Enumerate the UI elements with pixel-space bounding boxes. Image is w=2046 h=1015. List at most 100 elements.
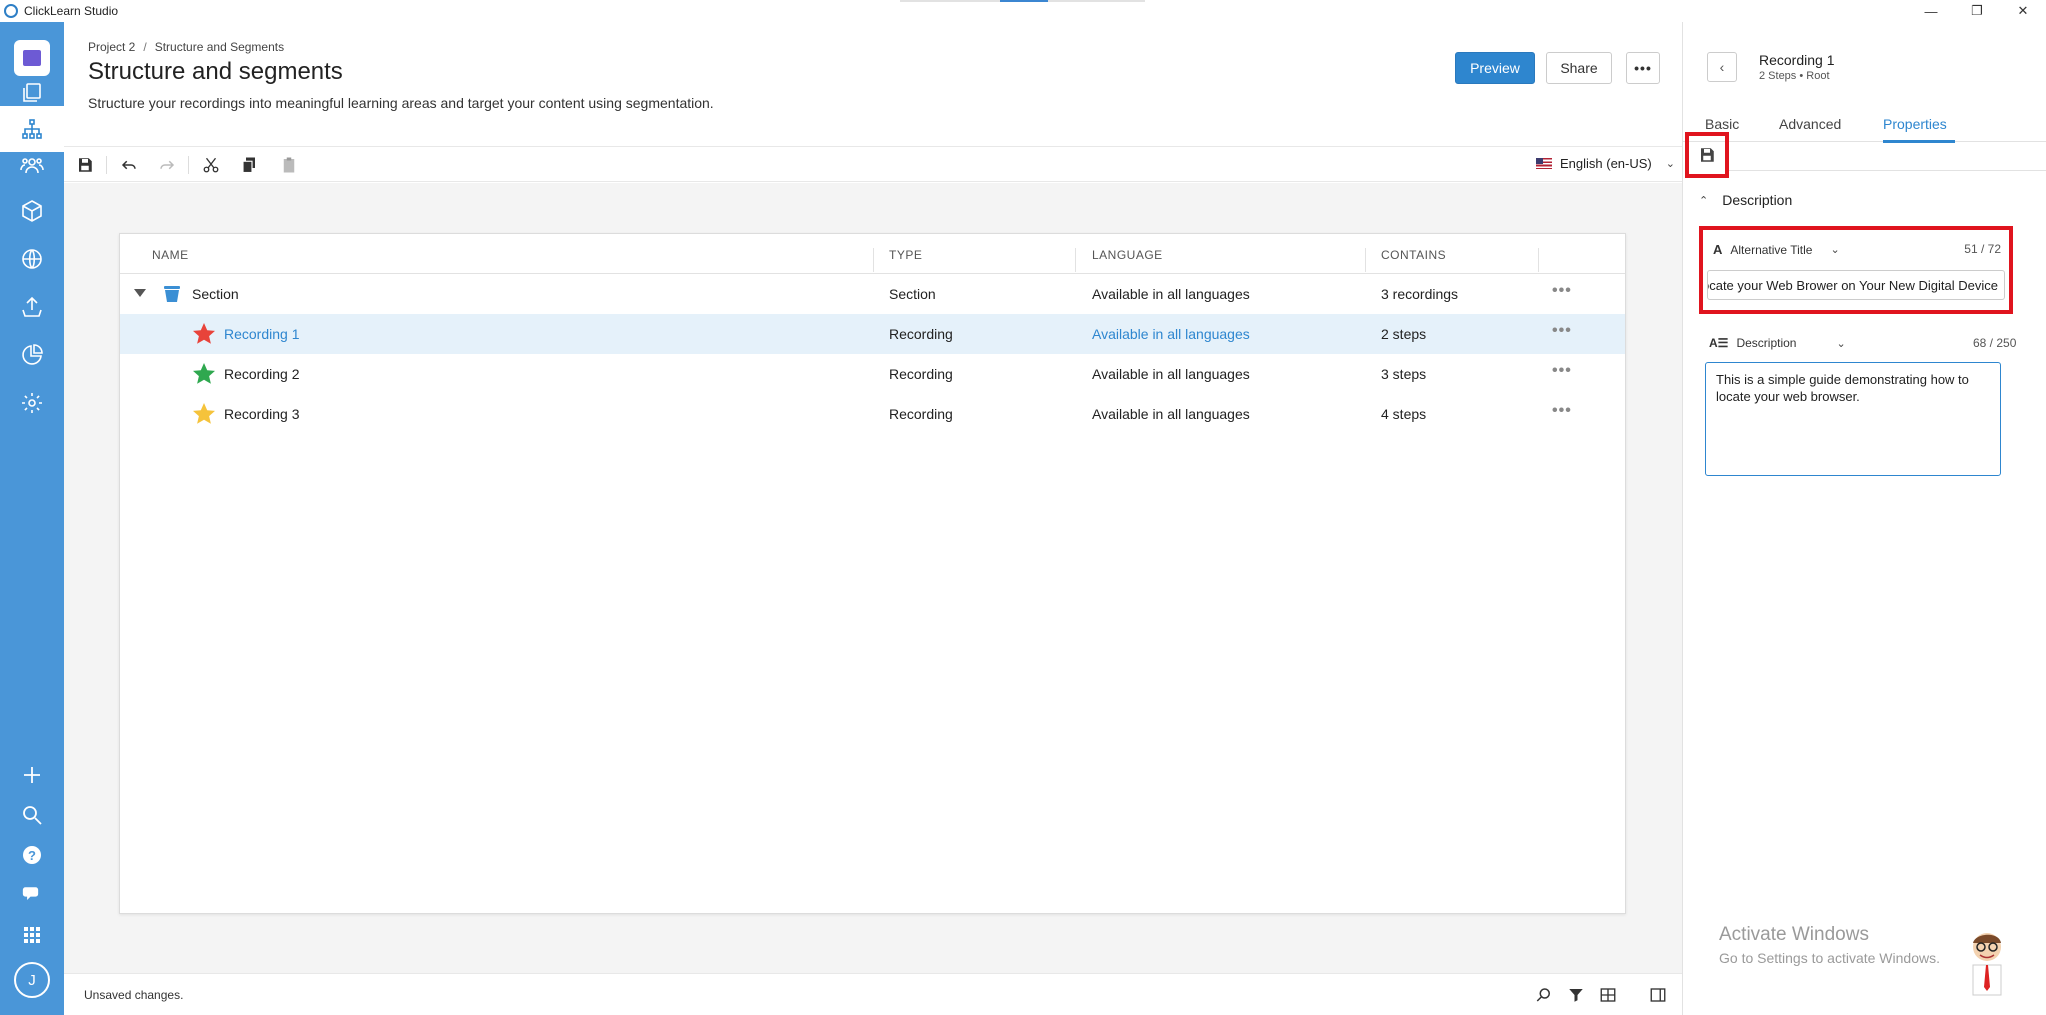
share-button[interactable]: Share [1546,52,1612,84]
status-text: Unsaved changes. [84,988,184,1002]
tab-advanced[interactable]: Advanced [1779,116,1841,132]
title-bar: ClickLearn Studio — ❐ ✕ [0,0,2046,22]
row-name: Recording 1 [224,326,300,342]
close-button[interactable]: ✕ [2000,0,2046,22]
field-label-text: Alternative Title [1730,242,1813,257]
us-flag-icon [1536,158,1552,169]
row-contains: 3 recordings [1381,286,1459,302]
find-button[interactable] [1534,985,1554,1005]
undo-button[interactable] [118,154,140,176]
back-button[interactable]: ‹ [1707,52,1737,82]
column-divider[interactable] [1075,248,1076,272]
description-textarea[interactable]: This is a simple guide demonstrating how… [1705,362,2001,476]
toolbar-divider [188,156,189,174]
app-window: ClickLearn Studio — ❐ ✕ ? J Project 2 / … [0,0,2046,1015]
nav-settings[interactable] [0,380,64,426]
apps-button[interactable] [0,912,64,958]
star-icon [193,323,215,344]
column-header-type[interactable]: TYPE [889,248,922,262]
table-row-recording-1[interactable]: Recording 1 Recording Available in all l… [120,314,1625,354]
breadcrumb-project[interactable]: Project 2 [88,40,135,54]
structure-icon [22,119,42,139]
star-icon [193,363,215,384]
analytics-icon [22,344,43,365]
paste-button[interactable] [278,154,300,176]
column-divider[interactable] [1365,248,1366,272]
column-header-contains[interactable]: CONTAINS [1381,248,1446,262]
column-divider[interactable] [1538,248,1539,272]
tab-properties[interactable]: Properties [1883,116,1947,132]
chevron-up-icon: ⌃ [1699,194,1709,207]
save-toolbar-button[interactable] [74,154,96,176]
panel-tabs: Basic Advanced Properties [1683,112,2046,143]
row-more-button[interactable]: ••• [1552,362,1572,380]
nav-publish[interactable] [0,284,64,330]
preview-button[interactable]: Preview [1455,52,1535,84]
table-header: NAME TYPE LANGUAGE CONTAINS [120,234,1625,274]
cut-button[interactable] [200,154,222,176]
row-contains: 2 steps [1381,326,1427,342]
filter-icon [1569,989,1583,1002]
save-properties-button[interactable] [1685,132,1729,178]
row-contains: 4 steps [1381,406,1427,422]
row-more-button[interactable]: ••• [1552,282,1572,300]
table-row-section[interactable]: Section Section Available in all languag… [120,274,1625,314]
column-header-language[interactable]: LANGUAGE [1092,248,1163,262]
row-language: Available in all languages [1092,366,1250,382]
bucket-icon [164,286,180,302]
watermark-subtitle: Go to Settings to activate Windows. [1719,950,1940,966]
copy-button[interactable] [238,154,260,176]
publish-icon [22,296,42,317]
chevron-down-icon: ⌄ [1830,244,1840,256]
breadcrumb-current: Structure and Segments [154,40,285,54]
nav-packages[interactable] [0,188,64,234]
field-label-text: Description [1736,336,1797,350]
description-section-toggle[interactable]: ⌃ Description [1699,192,1792,208]
table-row-recording-2[interactable]: Recording 2 Recording Available in all l… [120,354,1625,394]
redo-icon [160,160,175,170]
active-tab-indicator [1883,140,1955,143]
redo-button[interactable] [156,154,178,176]
nav-analytics[interactable] [0,332,64,378]
alternative-title-input[interactable]: Locate your Web Brower on Your New Digit… [1707,270,2005,300]
view-layout-button[interactable] [1598,985,1618,1005]
package-icon [22,200,42,222]
language-select[interactable]: English (en-US) ⌄ [1536,156,1675,171]
panel-meta: 2 Steps • Root [1759,70,1830,82]
row-contains: 3 steps [1381,366,1427,382]
avatar[interactable]: J [14,962,50,998]
filter-button[interactable] [1566,985,1586,1005]
expand-caret-icon[interactable] [134,289,146,297]
row-language[interactable]: Available in all languages [1092,326,1250,342]
table-row-recording-3[interactable]: Recording 3 Recording Available in all l… [120,394,1625,434]
add-icon [24,767,40,783]
more-options-button[interactable]: ••• [1626,52,1660,84]
alternative-title-label[interactable]: A Alternative Title ⌄ [1713,242,1840,257]
minimize-button[interactable]: — [1908,0,1954,22]
properties-panel: ‹ Recording 1 2 Steps • Root Basic Advan… [1682,22,2046,1015]
nav-languages[interactable] [0,236,64,282]
toolbar-divider [106,156,107,174]
page-subtitle: Structure your recordings into meaningfu… [88,95,714,111]
page-title: Structure and segments [88,58,343,85]
left-nav-rail: ? J [0,22,64,1015]
save-icon [1701,148,1714,162]
text-format-icon: A [1713,242,1723,257]
toggle-panel-button[interactable] [1648,985,1668,1005]
tab-basic[interactable]: Basic [1705,116,1739,132]
scissors-icon [203,157,219,173]
column-header-name[interactable]: NAME [152,248,189,262]
paragraph-format-icon: A☰ [1709,336,1729,350]
row-more-button[interactable]: ••• [1552,402,1572,420]
nav-users[interactable] [0,142,64,188]
help-icon: ? [23,846,41,864]
restore-button[interactable]: ❐ [1954,0,2000,22]
column-divider[interactable] [873,248,874,272]
structure-table: NAME TYPE LANGUAGE CONTAINS Section Sect… [119,233,1626,914]
description-label[interactable]: A☰ Description ⌄ [1709,336,1846,350]
language-value: English (en-US) [1560,156,1652,171]
recordings-icon [23,83,41,102]
main-area: Project 2 / Structure and Segments Structu… [64,22,1682,1015]
row-more-button[interactable]: ••• [1552,322,1572,340]
assistant-mascot-icon[interactable] [1965,929,2009,997]
